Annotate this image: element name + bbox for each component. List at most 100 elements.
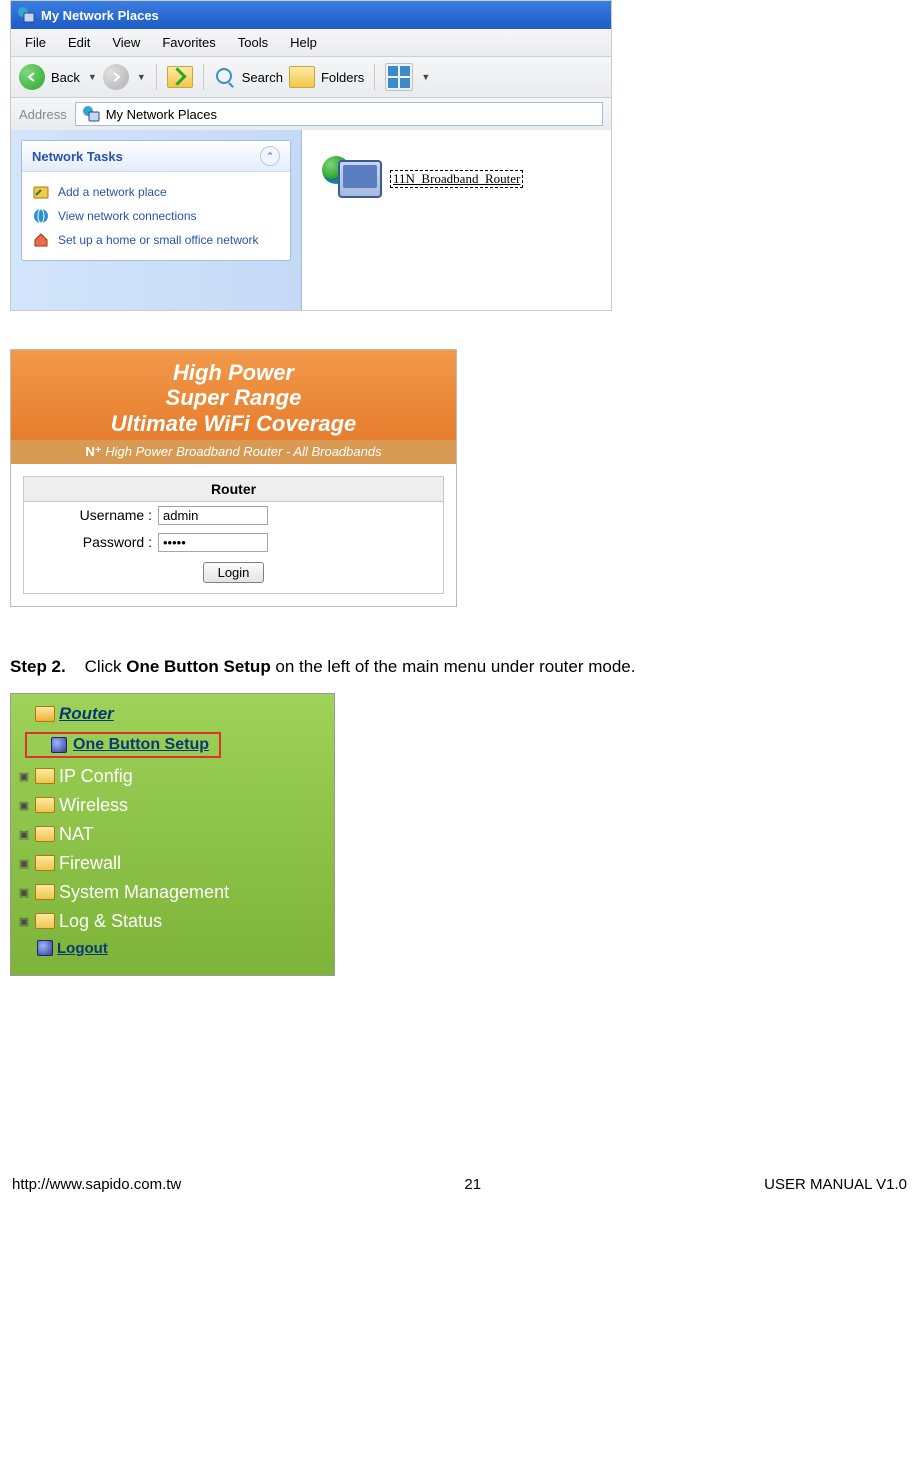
window-titlebar: My Network Places: [11, 1, 611, 29]
folder-icon: [35, 913, 55, 929]
task-add-network-place[interactable]: Add a network place: [32, 180, 280, 204]
menu-label: IP Config: [59, 766, 133, 787]
page-footer: http://www.sapido.com.tw 21 USER MANUAL …: [10, 1176, 909, 1193]
banner-line: Super Range: [25, 385, 442, 410]
menu-edit[interactable]: Edit: [68, 35, 90, 50]
separator: [156, 64, 157, 90]
menu-logout[interactable]: Logout: [15, 936, 330, 961]
menu-label: Log & Status: [59, 911, 162, 932]
banner-line: Ultimate WiFi Coverage: [25, 411, 442, 436]
folder-icon: [289, 66, 315, 88]
expand-icon[interactable]: ▣: [17, 886, 31, 899]
task-view-connections[interactable]: View network connections: [32, 204, 280, 228]
step-keyword: One Button Setup: [126, 657, 270, 676]
menu-label: Firewall: [59, 853, 121, 874]
username-input[interactable]: [158, 506, 268, 525]
menu-label: Wireless: [59, 795, 128, 816]
collapse-button[interactable]: ⌃: [260, 146, 280, 166]
username-label: Username :: [32, 507, 158, 523]
folder-add-icon: [32, 183, 50, 201]
nplus-badge: N⁺: [85, 444, 101, 460]
expand-icon[interactable]: ▣: [17, 857, 31, 870]
folder-icon: [35, 797, 55, 813]
back-button[interactable]: Back ▼: [19, 64, 97, 90]
address-label: Address: [19, 107, 67, 122]
toolbar: Back ▼ ▼ Search Folders: [11, 57, 611, 98]
menu-firewall[interactable]: ▣ Firewall: [15, 849, 330, 878]
router-side-menu: Router One Button Setup ▣ IP Config ▣ Wi…: [10, 693, 335, 976]
step-text: on the left of the main menu under route…: [271, 657, 636, 676]
expand-icon[interactable]: ▣: [17, 828, 31, 841]
upnp-device-label[interactable]: 11N_Broadband_Router: [390, 170, 523, 188]
task-label: Add a network place: [58, 185, 167, 199]
back-label: Back: [51, 70, 80, 85]
back-arrow-icon: [19, 64, 45, 90]
task-label: View network connections: [58, 209, 197, 223]
login-button[interactable]: Login: [203, 562, 265, 583]
menu-ip-config[interactable]: ▣ IP Config: [15, 762, 330, 791]
menu-view[interactable]: View: [112, 35, 140, 50]
menu-label: System Management: [59, 882, 229, 903]
login-banner: High Power Super Range Ultimate WiFi Cov…: [11, 350, 456, 440]
bullet-icon: [51, 737, 67, 753]
netplaces-icon: [17, 6, 35, 24]
content-area: 11N_Broadband_Router: [302, 130, 611, 310]
menu-file[interactable]: File: [25, 35, 46, 50]
folder-open-icon: [35, 706, 55, 722]
separator: [374, 64, 375, 90]
chevron-down-icon: ▼: [421, 72, 430, 82]
folders-label: Folders: [321, 70, 364, 85]
explorer-window: My Network Places File Edit View Favorit…: [10, 0, 612, 311]
task-setup-home-network[interactable]: Set up a home or small office network: [32, 228, 280, 252]
password-label: Password :: [32, 534, 158, 550]
views-icon: [385, 63, 413, 91]
folders-button[interactable]: Folders: [289, 66, 364, 88]
expand-icon[interactable]: ▣: [17, 915, 31, 928]
footer-manual-version: USER MANUAL V1.0: [764, 1176, 907, 1193]
folder-icon: [35, 884, 55, 900]
bullet-icon: [37, 940, 53, 956]
menu-favorites[interactable]: Favorites: [162, 35, 215, 50]
expand-icon[interactable]: ▣: [17, 799, 31, 812]
step-instruction: Step 2. Click One Button Setup on the le…: [10, 657, 909, 677]
upnp-device-icon[interactable]: [322, 150, 382, 202]
forward-button[interactable]: ▼: [103, 64, 146, 90]
folder-icon: [35, 826, 55, 842]
footer-url: http://www.sapido.com.tw: [12, 1176, 181, 1193]
subbanner-text: High Power Broadband Router - All Broadb…: [105, 444, 381, 459]
netplaces-icon: [82, 105, 100, 123]
views-button[interactable]: ▼: [385, 63, 430, 91]
login-title: Router: [24, 477, 443, 502]
menu-label: Router: [59, 704, 114, 724]
banner-line: High Power: [25, 360, 442, 385]
menubar: File Edit View Favorites Tools Help: [11, 29, 611, 57]
password-input[interactable]: [158, 533, 268, 552]
chevron-down-icon: ▼: [137, 72, 146, 82]
footer-page-number: 21: [464, 1176, 481, 1193]
search-button[interactable]: Search: [214, 66, 283, 88]
menu-one-button-setup[interactable]: One Button Setup: [15, 728, 330, 762]
menu-label: NAT: [59, 824, 94, 845]
tasks-title: Network Tasks: [32, 149, 123, 164]
menu-nat[interactable]: ▣ NAT: [15, 820, 330, 849]
menu-system-management[interactable]: ▣ System Management: [15, 878, 330, 907]
menu-wireless[interactable]: ▣ Wireless: [15, 791, 330, 820]
address-field[interactable]: My Network Places: [75, 102, 603, 126]
menu-tools[interactable]: Tools: [238, 35, 268, 50]
menu-label: Logout: [57, 940, 108, 957]
tasks-header: Network Tasks ⌃: [22, 141, 290, 172]
menu-log-status[interactable]: ▣ Log & Status: [15, 907, 330, 936]
window-title: My Network Places: [41, 8, 159, 23]
tasks-panel: Network Tasks ⌃ Add a network place: [11, 130, 302, 310]
step-number: Step 2.: [10, 657, 66, 676]
address-value: My Network Places: [106, 107, 217, 122]
forward-arrow-icon: [103, 64, 129, 90]
globe-icon: [32, 207, 50, 225]
expand-icon[interactable]: ▣: [17, 770, 31, 783]
router-login-panel: High Power Super Range Ultimate WiFi Cov…: [10, 349, 457, 607]
login-subbanner: N⁺ High Power Broadband Router - All Bro…: [11, 440, 456, 464]
menu-help[interactable]: Help: [290, 35, 317, 50]
menu-router-root[interactable]: Router: [15, 700, 330, 728]
task-label: Set up a home or small office network: [58, 233, 259, 247]
up-folder-icon[interactable]: [167, 66, 193, 88]
